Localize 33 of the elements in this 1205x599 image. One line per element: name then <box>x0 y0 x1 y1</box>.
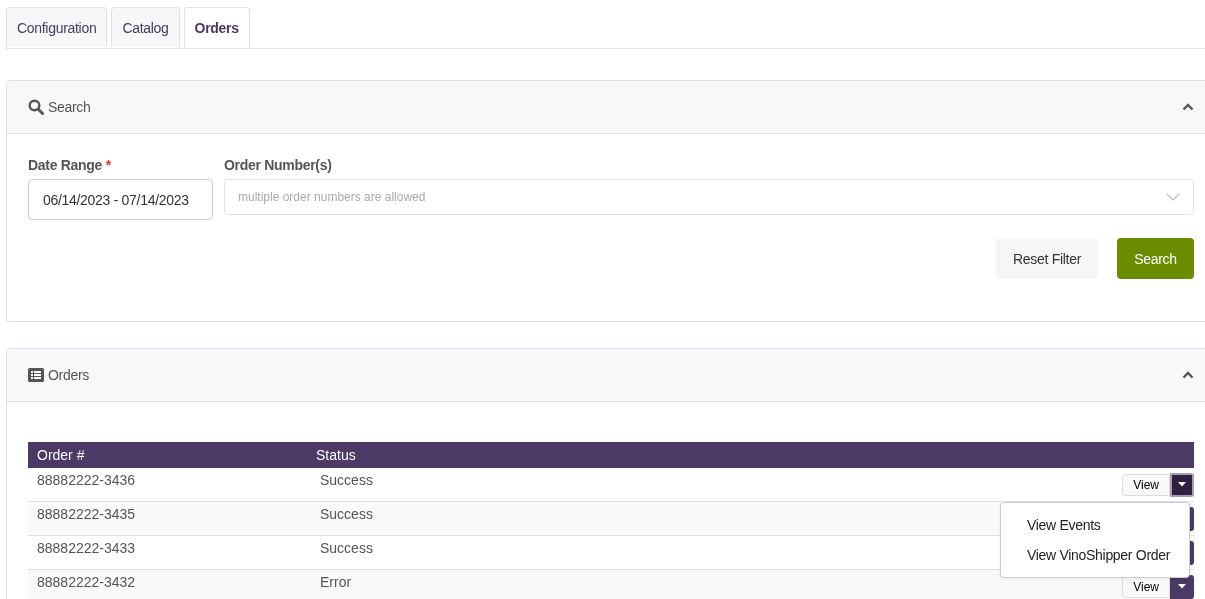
menu-item[interactable]: View Events <box>1001 509 1189 540</box>
chevron-icon[interactable] <box>1182 371 1194 379</box>
chevron-down-icon <box>1166 193 1180 201</box>
table-cell-text: 88882222-3432 <box>36 573 137 590</box>
tab[interactable]: Configuration <box>6 7 108 47</box>
table-cell-text: Success <box>319 505 374 522</box>
dropdown-toggle[interactable] <box>1170 472 1194 497</box>
caret-icon <box>1178 482 1186 487</box>
caret-icon <box>1178 584 1186 589</box>
list-icon <box>28 368 44 382</box>
tab[interactable]: Orders <box>183 7 250 48</box>
panel-title: Search <box>48 99 91 115</box>
view-button[interactable]: View <box>1122 473 1170 496</box>
field-label: Order Number(s) <box>224 157 332 173</box>
panel-title: Orders <box>48 367 89 383</box>
date-range-field[interactable]: 06/14/2023 - 07/14/2023 <box>28 179 213 220</box>
table-cell-text: Success <box>319 539 374 556</box>
chevron-icon[interactable] <box>1182 103 1194 111</box>
field-label: Date Range <box>28 157 103 173</box>
search-icon <box>28 99 44 115</box>
reset-filter-button[interactable]: Reset Filter <box>996 238 1098 279</box>
tab[interactable]: Catalog <box>111 7 180 47</box>
column-header: Status <box>316 447 357 463</box>
required-mark: * <box>105 157 111 173</box>
table-cell-text: 88882222-3436 <box>36 471 137 488</box>
menu-item[interactable]: View VinoShipper Order <box>1001 539 1189 570</box>
column-header: Order # <box>36 447 86 463</box>
search-button[interactable]: Search <box>1117 238 1194 279</box>
table-cell-text: 88882222-3435 <box>36 505 137 522</box>
table-cell-text: Success <box>319 471 374 488</box>
order-numbers-field[interactable]: multiple order numbers are allowed <box>224 179 1194 215</box>
table-cell-text: 88882222-3433 <box>36 539 137 556</box>
table-cell-text: Error <box>319 573 353 590</box>
